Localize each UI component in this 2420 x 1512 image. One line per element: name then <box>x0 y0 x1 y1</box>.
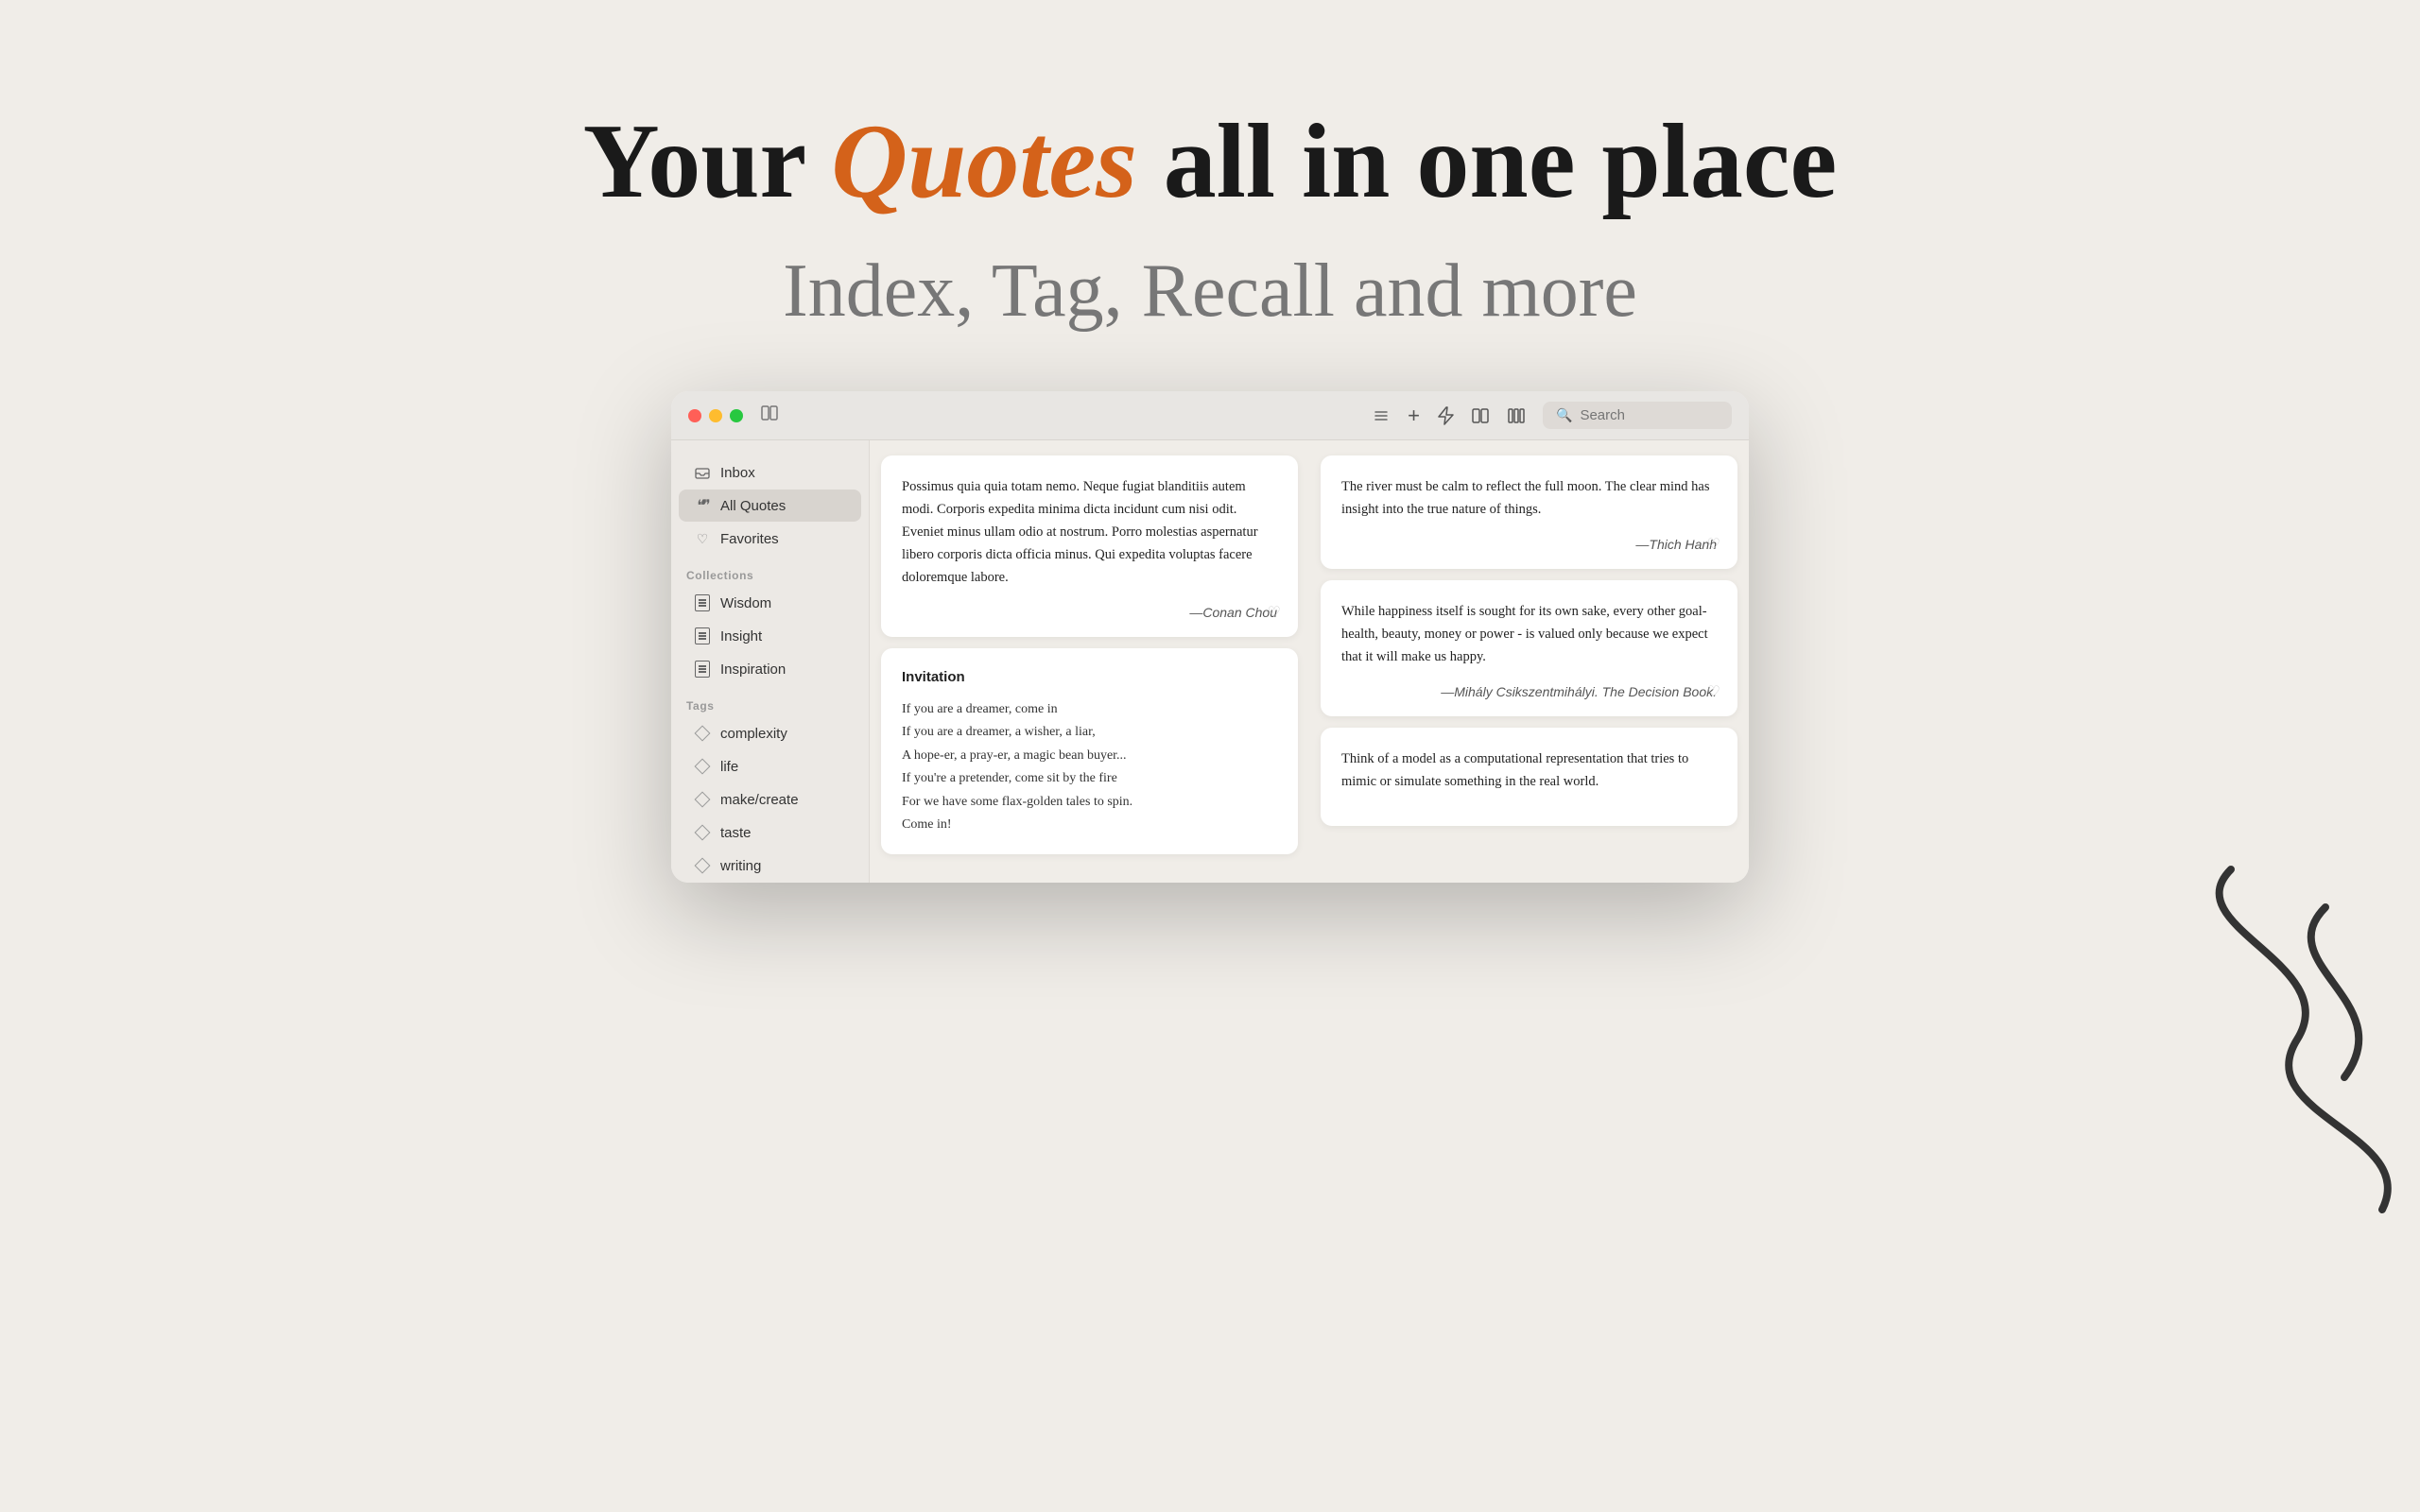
hero-section: Your Quotes all in one place Index, Tag,… <box>0 0 2420 335</box>
quote-text-r1: While happiness itself is sought for its… <box>1341 601 1717 669</box>
sidebar-item-tag-makecreate[interactable]: make/create <box>679 783 861 816</box>
columns-view-button[interactable] <box>1507 407 1526 424</box>
quote-author-r0: —Thich Hanh <box>1341 537 1717 552</box>
card-view-button[interactable] <box>1471 407 1490 424</box>
search-bar[interactable]: 🔍 <box>1543 402 1732 429</box>
collection-inspiration-icon <box>694 661 711 678</box>
quote-card-r0: The river must be calm to reflect the fu… <box>1321 455 1737 569</box>
collections-section-label: Collections <box>671 556 869 586</box>
close-button[interactable] <box>688 409 701 422</box>
quote-author-r1: —Mihály Csikszentmihályi. The Decision B… <box>1341 684 1717 699</box>
all-quotes-icon: ❝❞ <box>694 497 711 514</box>
quote-card-r1: While happiness itself is sought for its… <box>1321 580 1737 716</box>
quote-author-0: —Conan Chou <box>902 605 1277 620</box>
sidebar: Inbox ❝❞ All Quotes ♡ Favorites Collecti… <box>671 440 870 883</box>
tags-section-label: Tags <box>671 686 869 716</box>
lightning-button[interactable] <box>1437 406 1454 425</box>
hero-subtitle: Index, Tag, Recall and more <box>0 249 2420 335</box>
quote-text-0: Possimus quia quia totam nemo. Neque fug… <box>902 476 1277 590</box>
sidebar-item-insight[interactable]: Insight <box>679 620 861 652</box>
sidebar-item-wisdom[interactable]: Wisdom <box>679 587 861 619</box>
tag-writing-label: writing <box>720 858 761 874</box>
quote-card-r2: Think of a model as a computational repr… <box>1321 728 1737 826</box>
all-quotes-label: All Quotes <box>720 498 786 514</box>
tag-life-icon <box>694 758 711 775</box>
search-input[interactable] <box>1580 407 1719 423</box>
sidebar-item-inbox[interactable]: Inbox <box>679 456 861 489</box>
poem-lines: If you are a dreamer, come in If you are… <box>902 698 1277 837</box>
minimize-button[interactable] <box>709 409 722 422</box>
decorative-curves <box>2155 850 2420 1228</box>
heart-icon-0[interactable]: ♡ <box>1268 603 1281 622</box>
poem-title: Invitation <box>902 669 1277 685</box>
plus-button[interactable]: + <box>1408 404 1420 428</box>
sidebar-item-tag-taste[interactable]: taste <box>679 816 861 849</box>
sidebar-item-favorites[interactable]: ♡ Favorites <box>679 523 861 555</box>
inbox-label: Inbox <box>720 465 755 481</box>
quote-card-0: Possimus quia quia totam nemo. Neque fug… <box>881 455 1298 637</box>
title-bar-actions: + 🔍 <box>1372 402 1732 429</box>
sidebar-item-tag-life[interactable]: life <box>679 750 861 782</box>
tag-complexity-icon <box>694 725 711 742</box>
sidebar-item-inspiration[interactable]: Inspiration <box>679 653 861 685</box>
title-bar: + 🔍 <box>671 391 1749 440</box>
traffic-lights <box>688 409 743 422</box>
heart-icon-r0[interactable]: ♡ <box>1707 535 1720 554</box>
tag-taste-icon <box>694 824 711 841</box>
collection-inspiration-label: Inspiration <box>720 662 786 678</box>
quote-text-r0: The river must be calm to reflect the fu… <box>1341 476 1717 522</box>
collection-wisdom-label: Wisdom <box>720 595 771 611</box>
heart-icon-r1[interactable]: ♡ <box>1707 682 1720 701</box>
sidebar-toggle-button[interactable] <box>760 404 779 428</box>
hero-title: Your Quotes all in one place <box>0 104 2420 220</box>
content-area: Possimus quia quia totam nemo. Neque fug… <box>870 440 1749 883</box>
sidebar-item-tag-complexity[interactable]: complexity <box>679 717 861 749</box>
tag-life-label: life <box>720 759 738 775</box>
search-icon: 🔍 <box>1556 407 1572 423</box>
sidebar-item-tag-writing[interactable]: writing <box>679 850 861 882</box>
favorites-label: Favorites <box>720 531 779 547</box>
tag-makecreate-icon <box>694 791 711 808</box>
quote-text-r2: Think of a model as a computational repr… <box>1341 748 1717 794</box>
sidebar-item-all-quotes[interactable]: ❝❞ All Quotes <box>679 490 861 522</box>
heart-icon: ♡ <box>694 530 711 547</box>
list-view-button[interactable] <box>1372 406 1391 425</box>
maximize-button[interactable] <box>730 409 743 422</box>
tag-makecreate-label: make/create <box>720 792 799 808</box>
quotes-column-right: The river must be calm to reflect the fu… <box>1309 440 1749 883</box>
tag-complexity-label: complexity <box>720 726 787 742</box>
quote-card-poem: Invitation If you are a dreamer, come in… <box>881 648 1298 854</box>
inbox-icon <box>694 464 711 481</box>
tag-writing-icon <box>694 857 711 874</box>
app-window: + 🔍 <box>671 391 1749 883</box>
quotes-column-left: Possimus quia quia totam nemo. Neque fug… <box>870 440 1309 883</box>
collection-wisdom-icon <box>694 594 711 611</box>
collection-insight-icon <box>694 627 711 644</box>
app-body: Inbox ❝❞ All Quotes ♡ Favorites Collecti… <box>671 440 1749 883</box>
collection-insight-label: Insight <box>720 628 762 644</box>
tag-taste-label: taste <box>720 825 752 841</box>
